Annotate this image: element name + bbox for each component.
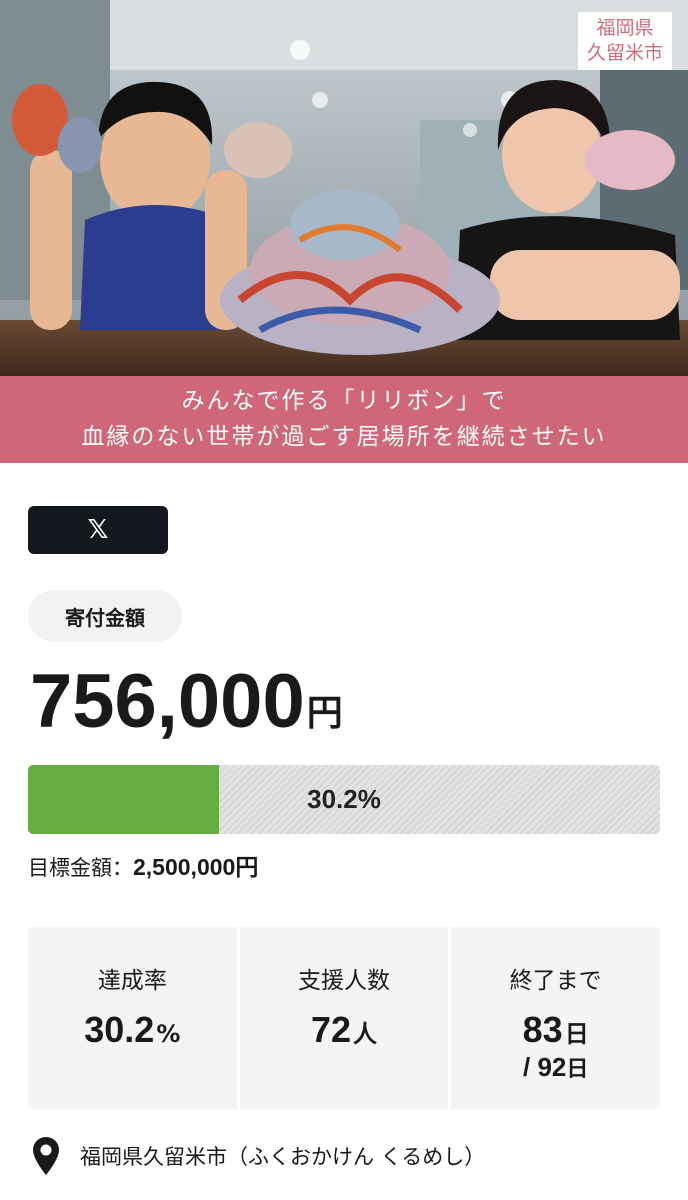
stat-achievement-value: 30.2%: [28, 1009, 237, 1055]
stat-achievement-label: 達成率: [97, 968, 167, 994]
tagline-line-1: みんなで作る「リリボン」で: [181, 388, 507, 414]
location-text: 福岡県久留米市（ふくおかけん くるめし）: [80, 1145, 486, 1169]
stats-panel: 達成率 30.2% 支援人数 72人 終了まで 83日 / 92日: [28, 927, 661, 1109]
stat-achievement-number: 30.2: [84, 1009, 155, 1050]
donation-amount: 756,000 円: [30, 660, 343, 744]
donation-amount-value: 756,000: [30, 659, 305, 744]
donation-amount-unit: 円: [306, 693, 343, 734]
region-badge: 福岡県 久留米市: [578, 12, 672, 70]
stat-remaining-total-unit: 日: [566, 1057, 589, 1082]
target-amount-value: 2,500,000円: [133, 854, 259, 880]
target-amount-label: 目標金額：: [28, 856, 133, 880]
progress-bar: 30.2%: [28, 765, 660, 834]
stat-supporters-number: 72: [310, 1009, 352, 1050]
stat-remaining-number: 83: [522, 1009, 563, 1050]
x-logo-icon: 𝕏: [87, 515, 109, 545]
stat-remaining-value: 83日: [451, 1009, 660, 1055]
stat-remaining-total: / 92日: [451, 1051, 660, 1083]
stat-achievement: 達成率 30.2%: [28, 927, 237, 1109]
stat-supporters-unit: 人: [353, 1020, 378, 1048]
stat-remaining-total-prefix: /: [522, 1052, 538, 1082]
share-x-button[interactable]: 𝕏: [28, 506, 168, 554]
stat-achievement-unit: %: [156, 1020, 181, 1048]
region-badge-city: 久留米市: [586, 42, 663, 64]
stat-supporters: 支援人数 72人: [239, 927, 449, 1109]
hero-banner: 福岡県 久留米市 みんなで作る「リリボン」で 血縁のない世帯が過ごす居場所を継続…: [0, 0, 688, 463]
donation-amount-label: 寄付金額: [28, 590, 182, 642]
stat-remaining: 終了まで 83日 / 92日: [451, 927, 661, 1109]
stat-supporters-label: 支援人数: [298, 968, 390, 994]
stat-remaining-unit: 日: [564, 1020, 589, 1048]
project-location[interactable]: 福岡県久留米市（ふくおかけん くるめし）: [32, 1134, 485, 1178]
stat-supporters-value: 72人: [240, 1009, 449, 1055]
project-tagline: みんなで作る「リリボン」で 血縁のない世帯が過ごす居場所を継続させたい: [0, 376, 688, 463]
target-amount: 目標金額：2,500,000円: [28, 852, 258, 883]
progress-percent-text: 30.2%: [307, 784, 381, 814]
map-pin-icon: [33, 1137, 59, 1175]
region-badge-prefecture: 福岡県: [596, 17, 654, 39]
tagline-line-2: 血縁のない世帯が過ごす居場所を継続させたい: [81, 424, 607, 450]
stat-remaining-label: 終了まで: [509, 968, 602, 994]
stat-remaining-total-number: 92: [537, 1052, 567, 1082]
